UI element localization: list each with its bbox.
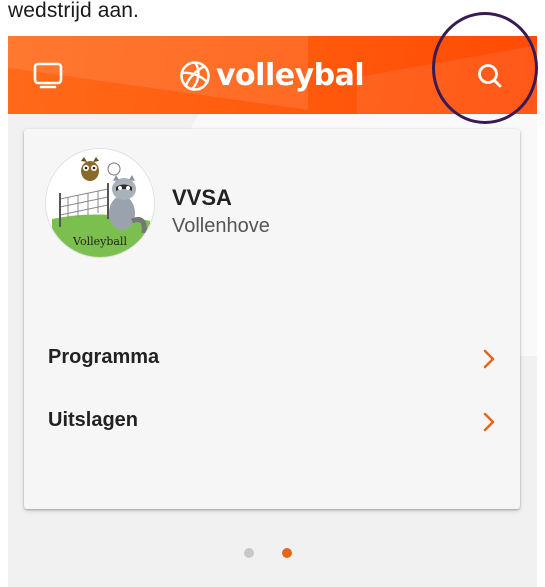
club-city: Vollenhove — [172, 215, 270, 237]
app-screen: volleybal Volleyball VVSA Vollenhove Pro… — [8, 36, 537, 587]
app-logo[interactable]: volleybal — [178, 56, 365, 96]
search-icon — [478, 64, 502, 88]
logo-text: volleybal — [216, 58, 365, 93]
menu-item-label: Uitslagen — [48, 409, 139, 431]
app-header: volleybal — [8, 36, 537, 114]
chevron-right-icon — [483, 349, 495, 369]
tv-icon — [33, 62, 63, 89]
search-button[interactable] — [470, 58, 510, 94]
menu-item-programma[interactable]: Programma — [24, 334, 520, 384]
page-indicator — [244, 548, 292, 558]
page-dot-active[interactable] — [282, 548, 292, 558]
caption-text: wedstrijd aan. — [8, 0, 139, 22]
club-logo: Volleyball — [46, 149, 154, 257]
club-card: Volleyball VVSA Vollenhove Programma Uit… — [24, 129, 520, 509]
chevron-right-icon — [483, 412, 495, 432]
menu-item-label: Programma — [48, 346, 160, 368]
tv-button[interactable] — [28, 58, 68, 92]
page-dot[interactable] — [244, 548, 254, 558]
volleyball-icon — [180, 61, 210, 91]
club-logo-caption: Volleyball — [73, 235, 127, 248]
club-name: VVSA — [172, 185, 232, 210]
menu-item-uitslagen[interactable]: Uitslagen — [24, 397, 520, 447]
